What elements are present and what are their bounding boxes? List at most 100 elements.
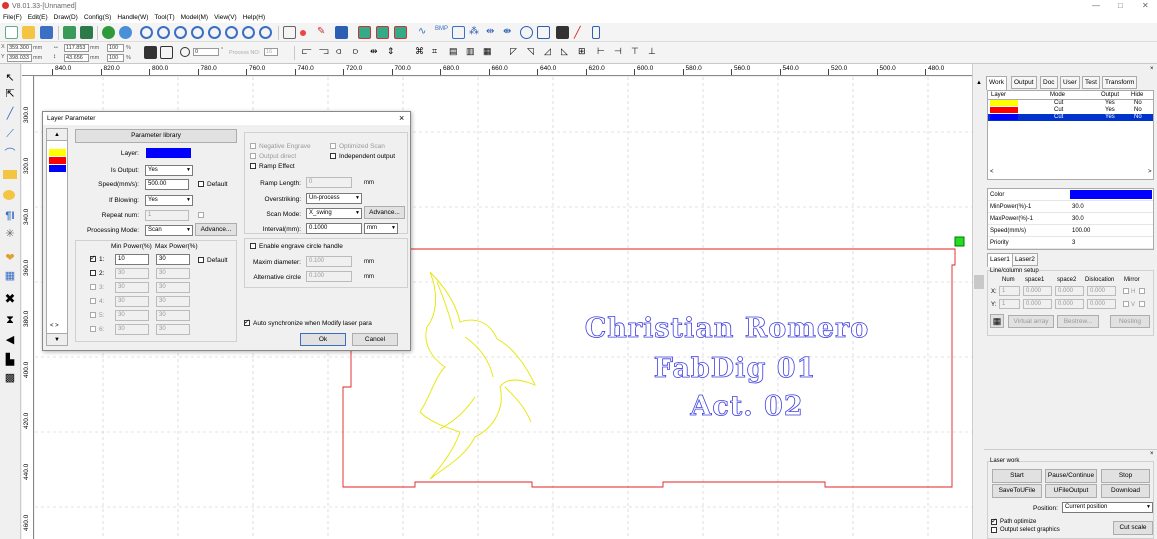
panel-close-icon[interactable]: × bbox=[1150, 66, 1154, 72]
width-percent-field[interactable]: 100 bbox=[107, 44, 124, 52]
align-left-icon[interactable]: ⫍ bbox=[302, 46, 315, 59]
y-num-field[interactable]: 1 bbox=[999, 299, 1020, 309]
speed-default-checkbox[interactable] bbox=[198, 181, 204, 187]
scroll-thumb[interactable] bbox=[974, 275, 984, 289]
distribute-v-icon[interactable]: ▦ bbox=[483, 46, 496, 59]
bestrew-button[interactable]: Bestrew... bbox=[1057, 315, 1099, 328]
cut-outline[interactable] bbox=[342, 248, 956, 488]
align-right-icon[interactable]: ⫎ bbox=[319, 46, 332, 59]
processing-advance-button[interactable]: Advance... bbox=[195, 223, 237, 236]
stop-button[interactable]: Stop bbox=[1101, 469, 1150, 483]
parameter-library-button[interactable]: Parameter library bbox=[75, 129, 237, 143]
mirror-h-checkbox[interactable] bbox=[1123, 288, 1129, 294]
same-width-icon[interactable]: ⌘ bbox=[415, 46, 428, 59]
pause-continue-button[interactable]: Pause/Continue bbox=[1045, 469, 1097, 483]
rectangle-icon[interactable] bbox=[452, 26, 465, 39]
alternative-circle-field[interactable]: 0.100 bbox=[306, 271, 352, 282]
tab-test[interactable]: Test bbox=[1082, 76, 1100, 89]
mirror-icon[interactable]: ⇼ bbox=[503, 26, 516, 39]
curve-icon[interactable]: ∿ bbox=[418, 26, 431, 39]
y-dislocation-field[interactable]: 0.000 bbox=[1087, 299, 1116, 309]
distribute-h-icon[interactable]: ▥ bbox=[466, 46, 479, 59]
layer-row[interactable]: Cut Yes No bbox=[988, 100, 1153, 107]
canvas-vertical-scrollbar[interactable]: ▲ bbox=[972, 64, 984, 539]
dialog-layer-swatch-3[interactable] bbox=[49, 165, 66, 172]
align-top-icon[interactable]: ⫏ bbox=[336, 46, 349, 59]
green-circle-icon[interactable] bbox=[102, 26, 115, 39]
auto-sync-checkbox[interactable]: ✓ bbox=[244, 319, 250, 326]
menu-edit[interactable]: Edit(E) bbox=[28, 14, 48, 21]
repeat-checkbox[interactable] bbox=[198, 212, 204, 218]
repeat-num-field[interactable]: 1 bbox=[145, 210, 189, 221]
canvas-text-line2[interactable]: FabDig 01 bbox=[653, 353, 817, 385]
bitmap-icon[interactable]: BMP bbox=[435, 26, 448, 39]
min-power-field[interactable]: 30 bbox=[115, 310, 149, 321]
position-tr-icon[interactable]: ◹ bbox=[527, 46, 540, 59]
position-center-icon[interactable]: ⊞ bbox=[578, 46, 591, 59]
menu-help[interactable]: Help(H) bbox=[243, 14, 265, 21]
mirror-tool-icon[interactable]: ⧗ bbox=[3, 314, 17, 327]
prop-color-swatch[interactable] bbox=[1070, 190, 1152, 199]
mirror-v-checkbox[interactable] bbox=[1123, 301, 1129, 307]
new-file-icon[interactable] bbox=[5, 26, 18, 39]
rotate-icon[interactable] bbox=[180, 47, 190, 57]
chart-tool-icon[interactable]: ▙ bbox=[3, 354, 17, 367]
curve-tool-icon[interactable]: ⌒ bbox=[3, 148, 17, 161]
zoom-real-icon[interactable] bbox=[259, 26, 272, 39]
save-icon[interactable] bbox=[40, 26, 53, 39]
min-power-field[interactable]: 30 bbox=[115, 282, 149, 293]
node-edit-icon[interactable] bbox=[300, 30, 306, 36]
edge-bottom-icon[interactable]: ⊥ bbox=[648, 46, 661, 59]
position-tl-icon[interactable]: ◸ bbox=[510, 46, 523, 59]
menu-file[interactable]: File(F) bbox=[3, 14, 22, 21]
property-row[interactable]: Speed(mm/s) 100.00 bbox=[988, 226, 1153, 237]
tab-user[interactable]: User bbox=[1060, 76, 1080, 89]
text-tool-icon[interactable]: ¶I bbox=[3, 210, 17, 223]
download-button[interactable]: Download bbox=[1101, 484, 1150, 498]
grid-array-icon[interactable]: ▦ bbox=[990, 314, 1004, 328]
layer-row[interactable]: Cut Yes No bbox=[988, 114, 1153, 121]
property-row[interactable]: MinPower(%)-1 30.0 bbox=[988, 202, 1153, 213]
pen-icon[interactable]: ✎ bbox=[317, 26, 330, 39]
align-center-h-icon[interactable]: ⇕ bbox=[387, 46, 400, 59]
grid-tool-icon[interactable]: ▦ bbox=[3, 270, 17, 283]
rect-select-icon[interactable] bbox=[283, 26, 296, 39]
menu-view[interactable]: View(V) bbox=[214, 14, 237, 21]
export-icon[interactable] bbox=[80, 26, 93, 39]
layer-list-scroll-icon[interactable]: < > bbox=[50, 323, 59, 329]
zoom-all-icon[interactable] bbox=[191, 26, 204, 39]
same-height-icon[interactable]: ⌗ bbox=[432, 46, 445, 59]
menu-model[interactable]: Model(M) bbox=[181, 14, 208, 21]
line-tool-icon[interactable]: ╱ bbox=[3, 108, 17, 121]
negative-engrave-checkbox[interactable] bbox=[250, 143, 256, 149]
scan-advance-button[interactable]: Advance... bbox=[364, 206, 405, 219]
power-row-checkbox[interactable] bbox=[90, 298, 96, 304]
align-icon-3[interactable] bbox=[394, 26, 407, 39]
power-row-checkbox[interactable] bbox=[90, 312, 96, 318]
node-arrow-icon[interactable]: ⇱ bbox=[3, 88, 17, 101]
layer-color-swatch[interactable] bbox=[146, 148, 191, 158]
menu-tool[interactable]: Tool(T) bbox=[154, 14, 174, 21]
independent-output-checkbox[interactable] bbox=[330, 153, 336, 159]
nesting-button[interactable]: Nesting bbox=[1110, 315, 1150, 328]
tab-laser1[interactable]: Laser1 bbox=[987, 253, 1013, 267]
dialog-layer-list[interactable]: ▲ < > ▼ bbox=[46, 128, 68, 346]
align-center-v-icon[interactable]: ⇹ bbox=[370, 46, 383, 59]
minimize-button[interactable]: — bbox=[1092, 1, 1100, 10]
maxim-diameter-field[interactable]: 0.100 bbox=[306, 256, 352, 267]
ramp-effect-checkbox[interactable] bbox=[250, 163, 256, 169]
dialog-close-icon[interactable]: × bbox=[399, 113, 404, 123]
delete-tool-icon[interactable]: ✖ bbox=[3, 292, 17, 305]
power-row-checkbox[interactable]: ✓ bbox=[90, 255, 96, 262]
zoom-pan-icon[interactable] bbox=[242, 26, 255, 39]
layer-scroll-left-icon[interactable]: < bbox=[990, 169, 994, 175]
zoom-page-icon[interactable] bbox=[208, 26, 221, 39]
blue-circle-icon[interactable] bbox=[119, 26, 132, 39]
tab-output[interactable]: Output bbox=[1011, 76, 1037, 89]
zoom-out-icon[interactable] bbox=[157, 26, 170, 39]
polyline-tool-icon[interactable]: ⟋ bbox=[3, 128, 17, 141]
align-icon-1[interactable] bbox=[358, 26, 371, 39]
if-blowing-select[interactable]: Yes ▼ bbox=[145, 195, 193, 206]
edge-right-icon[interactable]: ⊣ bbox=[614, 46, 627, 59]
layer-row[interactable]: Cut Yes No bbox=[988, 107, 1153, 114]
